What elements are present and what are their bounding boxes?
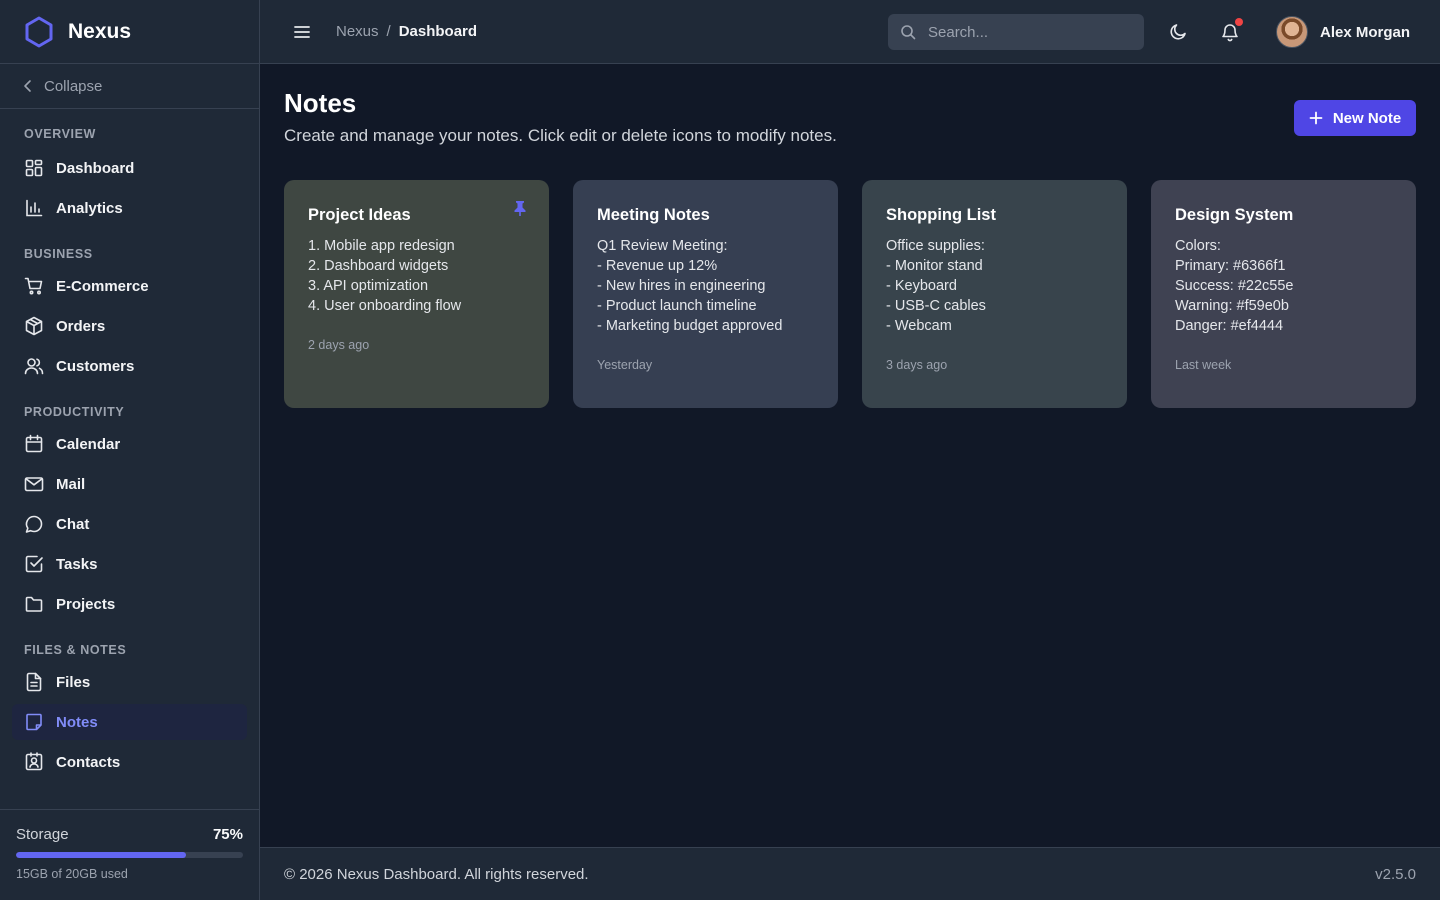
- note-timestamp: Yesterday: [597, 358, 653, 372]
- calendar-icon: [25, 434, 43, 453]
- note-title: Project Ideas: [308, 206, 411, 224]
- pin-icon[interactable]: [513, 200, 527, 216]
- notifications-button[interactable]: [1220, 18, 1243, 42]
- file-text-icon: [26, 672, 42, 692]
- sidebar-item-label: Tasks: [56, 555, 98, 573]
- user-name: Alex Morgan: [1320, 23, 1411, 41]
- note-body: Office supplies: - Monitor stand - Keybo…: [886, 238, 986, 334]
- new-note-label: New Note: [1332, 109, 1402, 127]
- section-title-business: BUSINESS: [24, 247, 93, 261]
- page-subtitle: Create and manage your notes. Click edit…: [284, 126, 837, 145]
- note-icon: [26, 713, 42, 731]
- plus-icon: [1309, 111, 1323, 125]
- bar-chart-icon: [26, 199, 43, 217]
- sidebar-item-label: Notes: [56, 713, 98, 731]
- sidebar-item-customers[interactable]: Customers: [12, 348, 247, 384]
- note-title: Meeting Notes: [597, 206, 710, 224]
- sidebar-item-label: Contacts: [56, 753, 121, 771]
- sidebar-item-label: Projects: [56, 595, 116, 613]
- sidebar-item-files[interactable]: Files: [12, 664, 247, 700]
- sidebar-item-e-commerce[interactable]: E-Commerce: [12, 268, 247, 304]
- note-body: Colors: Primary: #6366f1 Success: #22c55…: [1175, 238, 1294, 334]
- section-title-productivity: PRODUCTIVITY: [24, 405, 125, 419]
- collapse-button[interactable]: Collapse: [0, 64, 259, 109]
- sidebar-item-notes[interactable]: Notes: [12, 704, 247, 740]
- new-note-button[interactable]: New Note: [1294, 100, 1416, 136]
- storage-detail: 15GB of 20GB used: [16, 867, 128, 881]
- breadcrumb-item-root[interactable]: Nexus: [336, 23, 379, 40]
- footer: © 2026 Nexus Dashboard. All rights reser…: [260, 847, 1440, 900]
- sidebar-item-label: Mail: [56, 475, 86, 493]
- page-title: Notes: [284, 88, 357, 118]
- moon-icon: [1170, 24, 1186, 40]
- sidebar-item-label: Orders: [56, 317, 106, 335]
- sidebar-item-label: Dashboard: [56, 159, 135, 177]
- note-body: Q1 Review Meeting: - Revenue up 12% - Ne…: [597, 238, 783, 334]
- sidebar-item-label: Customers: [56, 357, 135, 375]
- top-header: Nexus / Dashboard Alex Morgan: [260, 0, 1440, 64]
- section-title-overview: OVERVIEW: [24, 127, 96, 141]
- sidebar-item-chat[interactable]: Chat: [12, 506, 247, 542]
- sidebar-item-calendar[interactable]: Calendar: [12, 426, 247, 462]
- box-icon: [25, 316, 43, 336]
- copyright-text: © 2026 Nexus Dashboard. All rights reser…: [284, 865, 589, 883]
- folder-icon: [25, 596, 43, 612]
- sidebar-item-projects[interactable]: Projects: [12, 586, 247, 622]
- sidebar-item-label: Chat: [56, 515, 90, 533]
- search-input[interactable]: [928, 23, 1128, 41]
- note-card[interactable]: Project Ideas 1. Mobile app redesign 2. …: [284, 180, 549, 408]
- hexagon-logo-icon: [25, 16, 53, 47]
- collapse-label: Collapse: [44, 77, 103, 95]
- brand-name: Nexus: [68, 19, 132, 43]
- note-timestamp: 2 days ago: [308, 338, 370, 352]
- sidebar-item-analytics[interactable]: Analytics: [12, 190, 247, 226]
- note-timestamp: 3 days ago: [886, 358, 948, 372]
- note-title: Design System: [1175, 206, 1294, 224]
- notification-badge: [1235, 18, 1243, 26]
- breadcrumb-item-current: Dashboard: [398, 23, 478, 40]
- note-card[interactable]: Meeting Notes Q1 Review Meeting: - Reven…: [573, 180, 838, 408]
- breadcrumb: Nexus / Dashboard: [336, 23, 477, 40]
- user-menu[interactable]: Alex Morgan: [1276, 16, 1410, 48]
- cart-icon: [24, 277, 43, 295]
- sidebar-item-label: E-Commerce: [56, 277, 149, 295]
- storage-widget: Storage 75% 15GB of 20GB used: [0, 809, 259, 900]
- sidebar: Nexus Collapse OVERVIEW Dashboard Analyt…: [0, 0, 260, 900]
- sidebar-item-dashboard[interactable]: Dashboard: [12, 150, 247, 186]
- sidebar-item-orders[interactable]: Orders: [12, 308, 247, 344]
- note-card[interactable]: Design System Colors: Primary: #6366f1 S…: [1151, 180, 1416, 408]
- note-card[interactable]: Shopping List Office supplies: - Monitor…: [862, 180, 1127, 408]
- brand[interactable]: Nexus: [0, 0, 259, 64]
- breadcrumb-separator: /: [386, 23, 391, 40]
- sidebar-item-label: Analytics: [56, 199, 123, 217]
- contact-card-icon: [25, 752, 43, 771]
- mail-icon: [24, 477, 44, 492]
- check-square-icon: [25, 555, 43, 573]
- search-icon: [901, 25, 916, 40]
- note-title: Shopping List: [886, 206, 996, 224]
- version-label: v2.5.0: [1375, 865, 1416, 883]
- sidebar-item-label: Calendar: [56, 435, 121, 453]
- storage-label: Storage: [16, 826, 69, 843]
- chevron-left-icon: [24, 80, 31, 92]
- users-icon: [24, 358, 44, 375]
- avatar: [1276, 16, 1308, 48]
- grid-icon: [25, 159, 43, 177]
- hamburger-menu-icon[interactable]: [292, 22, 312, 42]
- storage-percent: 75%: [212, 826, 243, 843]
- sidebar-item-contacts[interactable]: Contacts: [12, 744, 247, 780]
- note-timestamp: Last week: [1175, 358, 1232, 372]
- sidebar-item-tasks[interactable]: Tasks: [12, 546, 247, 582]
- note-body: 1. Mobile app redesign 2. Dashboard widg…: [308, 238, 462, 314]
- theme-toggle-button[interactable]: [1168, 22, 1188, 42]
- section-title-files-notes: FILES & NOTES: [24, 643, 127, 657]
- storage-progress-fill: [16, 852, 187, 858]
- chat-icon: [25, 515, 43, 533]
- storage-progress-bar: [16, 852, 243, 858]
- search-box[interactable]: [888, 14, 1144, 50]
- sidebar-item-label: Files: [56, 673, 91, 691]
- sidebar-item-mail[interactable]: Mail: [12, 466, 247, 502]
